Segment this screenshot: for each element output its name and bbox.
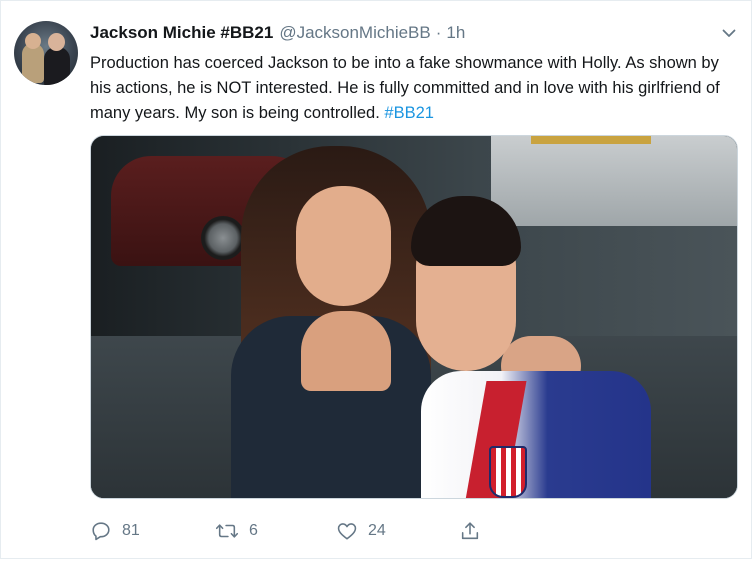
avatar-person-left-head	[25, 33, 41, 49]
reply-button[interactable]: 81	[90, 516, 140, 546]
avatar-person-left	[22, 43, 44, 83]
retweet-button[interactable]: 6	[215, 516, 258, 546]
photo-wall-stripe	[531, 136, 651, 144]
tweet-header: Jackson Michie #BB21 @JacksonMichieBB · …	[90, 23, 465, 47]
photo-wall	[491, 136, 737, 226]
like-button[interactable]: 24	[336, 516, 386, 546]
heart-icon	[336, 520, 358, 542]
chevron-down-icon	[721, 25, 737, 46]
more-options-button[interactable]	[721, 27, 737, 43]
author-name[interactable]: Jackson Michie #BB21	[90, 23, 273, 43]
author-handle[interactable]: @JacksonMichieBB	[279, 23, 430, 43]
tweet-photo[interactable]	[90, 135, 738, 499]
tweet-actions: 81 6 24	[90, 516, 510, 546]
timestamp[interactable]: 1h	[446, 23, 465, 43]
avatar-person-right	[44, 47, 70, 85]
tweet-card[interactable]: Jackson Michie #BB21 @JacksonMichieBB · …	[0, 0, 752, 559]
header-separator: ·	[435, 23, 442, 42]
tweet-text: Production has coerced Jackson to be int…	[90, 51, 742, 126]
retweet-count: 6	[249, 522, 258, 539]
avatar-person-right-head	[48, 33, 65, 51]
photo-woman-chest	[301, 311, 391, 391]
photo-woman-face	[296, 186, 391, 306]
photo-man-jersey	[421, 371, 651, 498]
hashtag-link[interactable]: #BB21	[384, 104, 434, 122]
photo-car-wheel	[201, 216, 245, 260]
reply-count: 81	[122, 522, 140, 539]
avatar[interactable]	[14, 21, 78, 85]
photo-jersey-logo	[489, 446, 527, 498]
retweet-icon	[215, 520, 239, 542]
reply-icon	[90, 520, 112, 542]
share-button[interactable]	[459, 516, 481, 546]
share-icon	[459, 520, 481, 542]
like-count: 24	[368, 522, 386, 539]
